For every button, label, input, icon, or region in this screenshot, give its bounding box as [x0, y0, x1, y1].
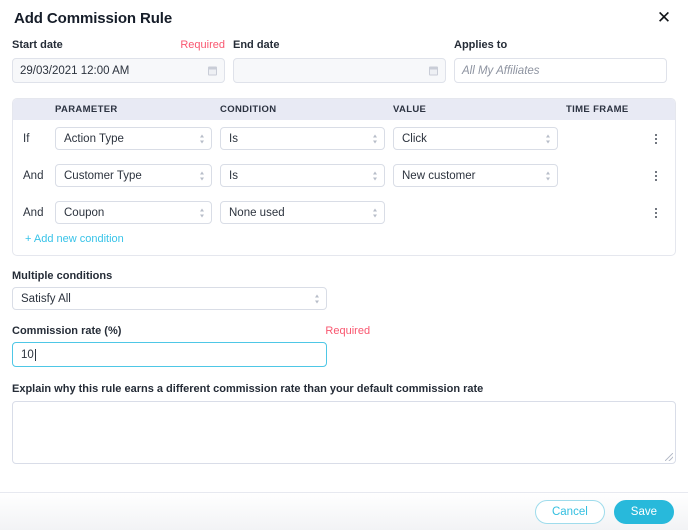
value-select-value: Click — [402, 133, 427, 145]
row-value-cell: Click — [393, 127, 566, 150]
multiple-conditions-group: Multiple conditions Satisfy All — [0, 270, 688, 310]
multiple-conditions-label: Multiple conditions — [12, 270, 676, 282]
row-parameter-cell: Coupon — [55, 201, 220, 224]
applies-to-placeholder: All My Affiliates — [462, 65, 540, 77]
conditions-panel: PARAMETER CONDITION VALUE TIME FRAME If … — [12, 98, 676, 256]
parameter-select[interactable]: Coupon — [55, 201, 212, 224]
chevron-updown-icon — [200, 208, 205, 217]
cancel-button[interactable]: Cancel — [535, 500, 605, 524]
more-vertical-icon[interactable] — [644, 201, 668, 225]
row-condition-cell: Is — [220, 164, 393, 187]
row-conjunction: And — [23, 207, 55, 219]
conditions-table-header: PARAMETER CONDITION VALUE TIME FRAME — [13, 99, 675, 120]
explanation-group: Explain why this rule earns a different … — [0, 383, 688, 464]
condition-select[interactable]: None used — [220, 201, 385, 224]
table-row: And Customer Type Is New customer — [13, 157, 675, 194]
end-date-label: End date — [233, 39, 279, 51]
parameter-select[interactable]: Action Type — [55, 127, 212, 150]
save-button[interactable]: Save — [614, 500, 674, 524]
start-date-input[interactable]: 29/03/2021 12:00 AM — [12, 58, 225, 83]
row-parameter-cell: Action Type — [55, 127, 220, 150]
row-value-cell: New customer — [393, 164, 566, 187]
start-date-field-group: Start date Required 29/03/2021 12:00 AM — [12, 39, 225, 83]
calendar-icon — [429, 66, 438, 75]
commission-rate-group: Commission rate (%) Required 10 — [0, 325, 688, 367]
condition-select-value: None used — [229, 207, 285, 219]
end-date-input[interactable] — [233, 58, 446, 83]
start-date-required-badge: Required — [180, 39, 225, 51]
applies-to-label: Applies to — [454, 39, 507, 51]
more-vertical-icon[interactable] — [644, 164, 668, 188]
explanation-textarea[interactable] — [12, 401, 676, 464]
parameter-select[interactable]: Customer Type — [55, 164, 212, 187]
chevron-updown-icon — [546, 171, 551, 180]
row-menu-cell — [644, 164, 668, 188]
parameter-select-value: Coupon — [64, 207, 104, 219]
multiple-conditions-value: Satisfy All — [21, 293, 71, 305]
condition-select[interactable]: Is — [220, 164, 385, 187]
header-value: VALUE — [393, 104, 566, 115]
table-row: If Action Type Is Click — [13, 120, 675, 157]
applies-to-input[interactable]: All My Affiliates — [454, 58, 667, 83]
applies-to-label-row: Applies to — [454, 39, 667, 53]
start-date-label: Start date — [12, 39, 63, 51]
applies-to-field-group: Applies to All My Affiliates — [454, 39, 667, 83]
multiple-conditions-select[interactable]: Satisfy All — [12, 287, 327, 310]
modal-header: Add Commission Rule ✕ — [0, 0, 688, 34]
resize-handle-icon[interactable] — [665, 453, 673, 461]
add-new-condition-link[interactable]: + Add new condition — [13, 232, 124, 255]
chevron-updown-icon — [200, 171, 205, 180]
commission-rate-value: 10 — [21, 349, 34, 361]
chevron-updown-icon — [373, 134, 378, 143]
chevron-updown-icon — [315, 294, 320, 303]
end-date-field-group: End date — [233, 39, 446, 83]
commission-rate-label: Commission rate (%) — [12, 325, 121, 337]
chevron-updown-icon — [373, 171, 378, 180]
row-condition-cell: None used — [220, 201, 393, 224]
row-menu-cell — [644, 201, 668, 225]
commission-rate-input[interactable]: 10 — [12, 342, 327, 367]
page-title: Add Commission Rule — [14, 9, 674, 29]
value-select[interactable]: Click — [393, 127, 558, 150]
value-select[interactable]: New customer — [393, 164, 558, 187]
row-condition-cell: Is — [220, 127, 393, 150]
row-conjunction: If — [23, 133, 55, 145]
more-vertical-icon[interactable] — [644, 127, 668, 151]
chevron-updown-icon — [546, 134, 551, 143]
top-fields-row: Start date Required 29/03/2021 12:00 AM … — [0, 34, 688, 83]
header-time-frame: TIME FRAME — [566, 104, 644, 115]
row-parameter-cell: Customer Type — [55, 164, 220, 187]
parameter-select-value: Action Type — [64, 133, 124, 145]
table-row: And Coupon None used — [13, 194, 675, 231]
value-select-value: New customer — [402, 170, 476, 182]
condition-select-value: Is — [229, 170, 238, 182]
header-condition: CONDITION — [220, 104, 393, 115]
row-menu-cell — [644, 127, 668, 151]
text-cursor — [35, 349, 36, 361]
start-date-label-row: Start date Required — [12, 39, 225, 53]
calendar-icon — [208, 66, 217, 75]
explanation-label: Explain why this rule earns a different … — [12, 383, 676, 395]
modal-footer: Cancel Save — [0, 492, 688, 530]
header-parameter: PARAMETER — [55, 104, 220, 115]
commission-rate-required-badge: Required — [325, 325, 370, 337]
parameter-select-value: Customer Type — [64, 170, 142, 182]
end-date-label-row: End date — [233, 39, 446, 53]
condition-select[interactable]: Is — [220, 127, 385, 150]
chevron-updown-icon — [200, 134, 205, 143]
condition-select-value: Is — [229, 133, 238, 145]
commission-rate-label-row: Commission rate (%) Required — [12, 325, 676, 337]
row-conjunction: And — [23, 170, 55, 182]
close-icon[interactable]: ✕ — [652, 5, 676, 29]
chevron-updown-icon — [373, 208, 378, 217]
start-date-value: 29/03/2021 12:00 AM — [20, 65, 129, 77]
